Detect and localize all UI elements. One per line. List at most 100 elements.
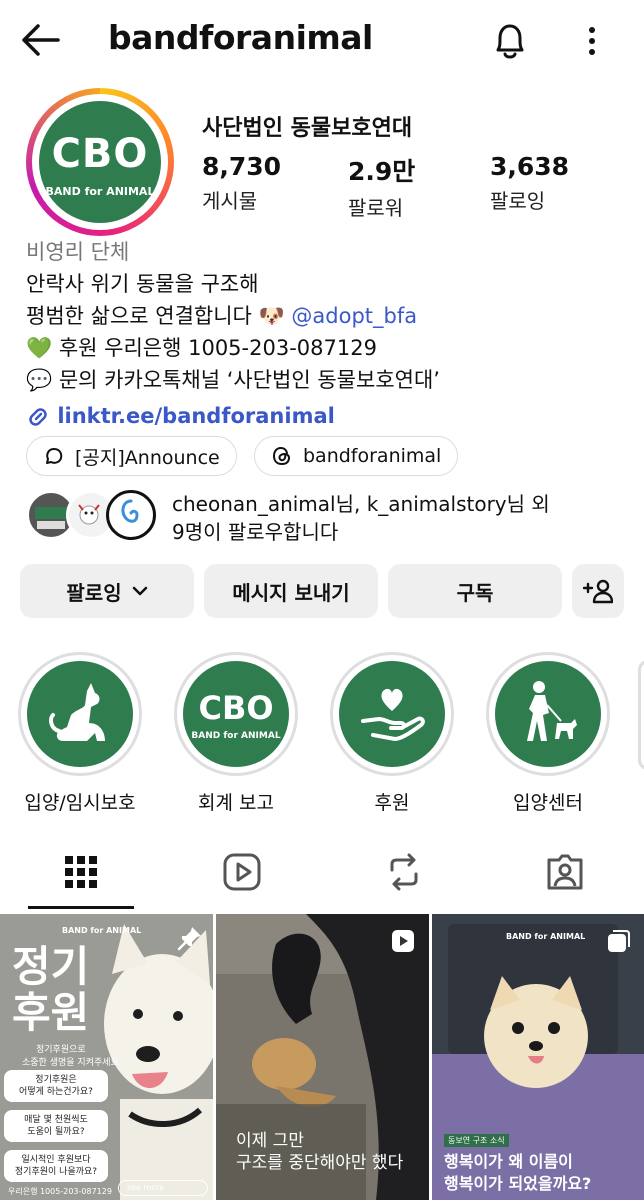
following-button-label: 팔로잉: [66, 580, 122, 605]
avatar-logo-sub: BAND for ANIMAL: [45, 185, 155, 198]
highlight-logo-mark: CBO: [198, 689, 274, 727]
highlight-cover: [495, 661, 601, 767]
walking-dog-icon: [527, 681, 577, 741]
pin-icon: [177, 927, 201, 951]
avatar-border: CBO BAND for ANIMAL: [32, 94, 168, 230]
subscribe-button-label: 구독: [456, 580, 494, 605]
highlight-adoption-label: 입양/임시보호: [24, 792, 136, 814]
profile-avatar[interactable]: CBO BAND for ANIMAL: [26, 88, 174, 236]
highlight-adoption-center-label: 입양센터: [513, 792, 583, 814]
reels-icon[interactable]: [218, 848, 266, 896]
post-1-question-2-a: 매달 몇 천원씩도: [24, 1115, 88, 1125]
bio-link[interactable]: linktr.ee/bandforanimal: [57, 404, 335, 428]
followed-by[interactable]: cheonan_animal님, k_animalstory님 외 9명이 팔로…: [26, 490, 626, 546]
stat-posts-label: 게시물: [202, 189, 258, 213]
reposts-icon[interactable]: [380, 848, 428, 896]
post-3-caption-2: 행복이가 되었을까요?: [444, 1174, 592, 1193]
username-title: bandforanimal: [108, 18, 373, 57]
bio-line-2: 평범한 삶으로 연결합니다 🐶: [26, 304, 285, 328]
highlight-cover: [27, 661, 133, 767]
post-2-caption-2: 구조를 중단해야만 했다: [236, 1153, 404, 1173]
chip-announce[interactable]: [공지]Announce: [26, 436, 237, 476]
bio: 비영리 단체 안락사 위기 동물을 구조해 평범한 삶으로 연결합니다 🐶 @a…: [26, 236, 626, 432]
tagged-icon[interactable]: [541, 848, 589, 896]
highlight-cover: [339, 661, 445, 767]
post-3-tag: 동보연 구조 소식: [444, 1134, 509, 1147]
dog-icon: [49, 683, 105, 741]
post-1-see-more: see more: [118, 1180, 208, 1196]
post-1-question-2: 매달 몇 천원씩도 도움이 될까요?: [4, 1110, 108, 1142]
chat-bubble-icon: [46, 448, 63, 464]
stat-following-label: 팔로잉: [490, 189, 546, 213]
highlight-accounting[interactable]: CBO BAND for ANIMAL 회계 보고: [174, 652, 298, 815]
post-1-question-1-b: 어떻게 하는건가요?: [19, 1087, 93, 1097]
stat-following-value: 3,638: [490, 152, 570, 181]
follower-avatar-image: [121, 499, 139, 523]
post-1-question-2-b: 도움이 될까요?: [27, 1127, 85, 1137]
highlight-ring: CBO BAND for ANIMAL: [174, 652, 298, 776]
post-thumbnail-1[interactable]: BAND for ANIMAL 정기 후원 정기후원으로 소중한 생명을 지켜주…: [0, 914, 213, 1200]
post-1-question-1-a: 정기후원은: [35, 1075, 77, 1085]
top-bar: bandforanimal: [0, 0, 644, 84]
post-1-bank: 우리은행 1005-203-087129: [8, 1187, 112, 1196]
link-icon: [29, 408, 47, 426]
post-1-title-2: 후원: [12, 988, 90, 1037]
bio-line-3: 💚 후원 우리은행 1005-203-087129: [26, 336, 377, 360]
followed-by-text: cheonan_animal님, k_animalstory님 외 9명이 팔로…: [172, 490, 622, 546]
bell-icon[interactable]: [490, 20, 530, 62]
stat-posts-value: 8,730: [202, 152, 282, 181]
post-1-title-1: 정기: [12, 942, 90, 991]
post-1-brand: BAND for ANIMAL: [62, 926, 142, 935]
chevron-down-icon: [132, 586, 147, 596]
stat-followers-label: 팔로워: [348, 196, 404, 220]
post-1-question-3-a: 일시적인 후원보다: [21, 1155, 91, 1165]
followed-by-line-2: 9명이 팔로우합니다: [172, 520, 339, 544]
highlight-ring: [18, 652, 142, 776]
followed-by-line-1: cheonan_animal님, k_animalstory님 외: [172, 492, 550, 516]
bio-line-2-row: 평범한 삶으로 연결합니다 🐶 @adopt_bfa: [26, 300, 626, 332]
chip-threads[interactable]: bandforanimal: [254, 436, 459, 476]
post-3-brand: BAND for ANIMAL: [506, 932, 586, 941]
post-1-question-1: 정기후원은 어떻게 하는건가요?: [4, 1070, 108, 1102]
back-arrow-icon[interactable]: [18, 20, 62, 60]
highlight-donation[interactable]: 후원: [330, 652, 454, 815]
add-person-button[interactable]: [572, 564, 624, 618]
post-3-caption-1: 행복이가 왜 이름이: [444, 1152, 573, 1171]
bio-mention-link[interactable]: @adopt_bfa: [291, 304, 417, 328]
highlight-donation-label: 후원: [374, 792, 410, 814]
bio-link-row[interactable]: linktr.ee/bandforanimal: [26, 400, 626, 432]
stat-followers-value: 2.9만: [348, 157, 416, 186]
stat-followers[interactable]: 2.9만 팔로워: [348, 152, 415, 221]
subscribe-button[interactable]: 구독: [388, 564, 562, 618]
carousel-icon: [608, 930, 630, 952]
highlight-adoption-center[interactable]: 입양센터: [486, 652, 610, 815]
stat-following[interactable]: 3,638 팔로잉: [490, 152, 569, 214]
add-person-icon: [583, 579, 613, 604]
highlight-next-partial[interactable]: [638, 660, 644, 770]
highlight-cover: CBO BAND for ANIMAL: [183, 661, 289, 767]
bio-line-4: 💬 문의 카카오톡채널 ‘사단법인 동물보호연대’: [26, 368, 440, 392]
post-thumbnail-2[interactable]: 이제 그만 구조를 중단해야만 했다: [216, 914, 429, 1200]
highlight-ring: [486, 652, 610, 776]
post-1-sub-1: 정기후원으로: [36, 1045, 86, 1055]
chip-threads-label: bandforanimal: [303, 445, 442, 467]
active-tab-indicator: [28, 906, 134, 909]
chip-announce-label: [공지]Announce: [75, 446, 220, 469]
following-button[interactable]: 팔로잉: [20, 564, 194, 618]
post-1-sub-2: 소중한 생명을 지켜주세요: [22, 1058, 119, 1068]
heart-hand-icon: [361, 688, 425, 741]
highlight-adoption[interactable]: 입양/임시보호: [18, 652, 142, 815]
highlight-accounting-label: 회계 보고: [198, 792, 274, 814]
profile-tabs: [0, 836, 644, 910]
post-thumbnail-3[interactable]: BAND for ANIMAL 동보연 구조 소식 행복이가 왜 이름이 행복이…: [432, 914, 644, 1200]
threads-icon: [272, 446, 291, 466]
reel-icon: [392, 930, 414, 952]
post-1-question-3-b: 정기후원이 나을까요?: [14, 1167, 98, 1177]
highlight-ring: [330, 652, 454, 776]
highlight-logo-sub: BAND for ANIMAL: [191, 731, 281, 741]
stat-posts[interactable]: 8,730 게시물: [202, 152, 281, 214]
bio-line-1: 안락사 위기 동물을 구조해: [26, 272, 259, 296]
more-vertical-icon[interactable]: [578, 20, 606, 62]
grid-icon[interactable]: [57, 848, 105, 896]
message-button[interactable]: 메시지 보내기: [204, 564, 378, 618]
